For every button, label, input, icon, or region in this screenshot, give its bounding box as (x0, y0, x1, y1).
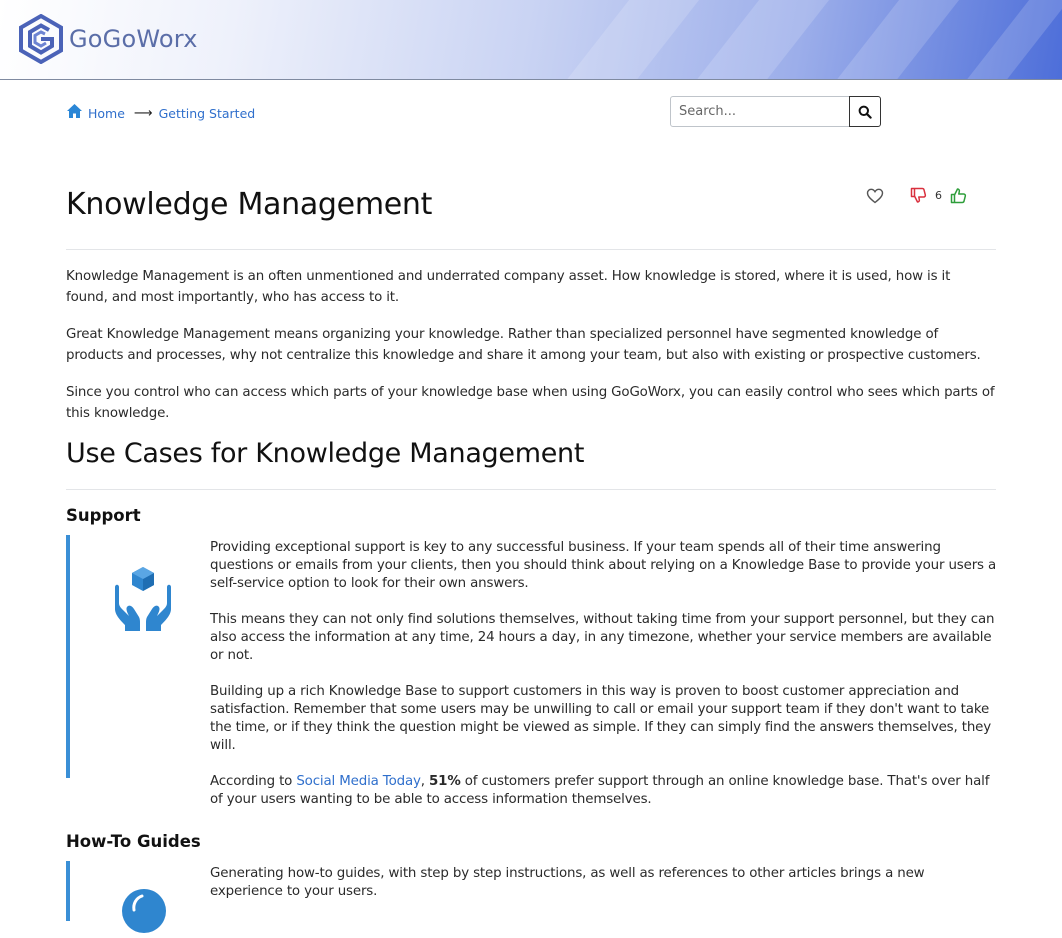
search-icon (858, 105, 872, 119)
intro-paragraph-1: Knowledge Management is an often unmenti… (66, 269, 951, 305)
support-stat-separator: , (420, 774, 430, 789)
howto-case: Generating how-to guides, with step by s… (66, 861, 998, 933)
compass-icon (122, 889, 166, 933)
search-bar (670, 96, 881, 127)
breadcrumb: Home ⟶ Getting Started (66, 103, 256, 121)
section-divider (66, 489, 996, 490)
howto-icon-wrap (121, 888, 167, 938)
support-heading: Support (66, 506, 141, 525)
social-media-today-link[interactable]: Social Media Today (296, 774, 421, 789)
support-paragraph-3: Building up a rich Knowledge Base to sup… (210, 684, 992, 753)
support-paragraph-2: This means they can not only find soluti… (210, 612, 995, 663)
logo[interactable]: GoGoWorx (18, 14, 198, 64)
hands-box-icon (115, 567, 171, 631)
howto-heading: How-To Guides (66, 832, 201, 851)
support-paragraph-4: According to Social Media Today, 51% of … (210, 773, 998, 809)
title-divider (66, 249, 996, 250)
breadcrumb-home-link[interactable]: Home (88, 106, 125, 121)
support-stat-prefix: According to (210, 774, 297, 789)
site-header: GoGoWorx (0, 0, 1062, 80)
thumbs-up-icon (950, 188, 967, 204)
article-actions: 6 (866, 187, 967, 204)
intro-paragraph-2: Great Knowledge Management means organiz… (66, 327, 981, 363)
likes-count: 6 (935, 189, 942, 202)
support-paragraph-1: Providing exceptional support is key to … (210, 540, 997, 591)
logo-mark-icon (19, 14, 63, 64)
search-button[interactable] (849, 96, 881, 127)
like-button[interactable] (950, 187, 967, 204)
dislike-button[interactable] (910, 187, 927, 204)
thumbs-down-icon (910, 187, 927, 203)
support-icon-wrap (112, 565, 174, 637)
search-input[interactable] (670, 96, 850, 127)
breadcrumb-separator: ⟶ (133, 106, 153, 121)
howto-accent-bar (66, 861, 70, 921)
support-accent-bar (66, 535, 70, 778)
logo-text: GoGoWorx (69, 25, 198, 53)
howto-text: Generating how-to guides, with step by s… (210, 865, 998, 919)
breadcrumb-current-link[interactable]: Getting Started (159, 106, 256, 121)
heart-icon (866, 188, 884, 203)
intro-paragraph-3: Since you control who can access which p… (66, 385, 995, 421)
section-title: Use Cases for Knowledge Management (66, 438, 585, 469)
support-text: Providing exceptional support is key to … (210, 539, 998, 827)
home-icon[interactable] (66, 103, 83, 119)
howto-paragraph-1: Generating how-to guides, with step by s… (210, 866, 925, 899)
support-stat-value: 51% (429, 774, 461, 789)
page-title: Knowledge Management (66, 187, 433, 222)
favorite-button[interactable] (866, 188, 884, 204)
support-case: Providing exceptional support is key to … (66, 535, 997, 807)
